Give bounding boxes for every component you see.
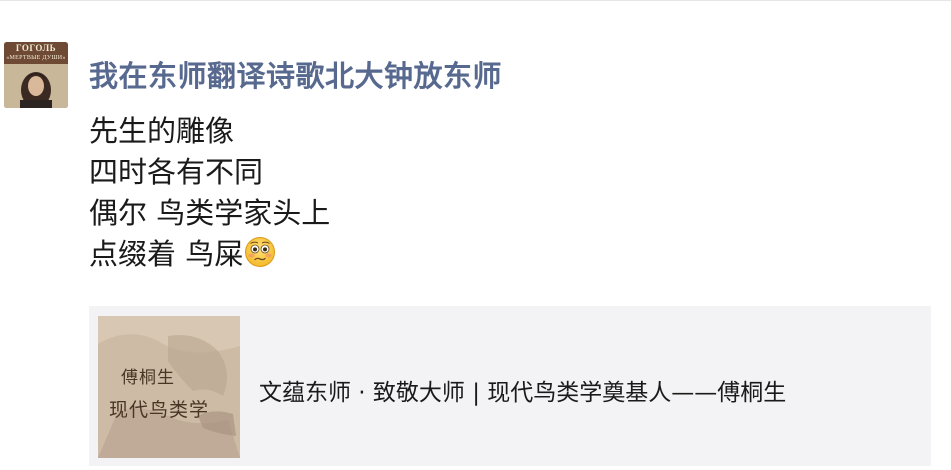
post-line: 偶尔 鸟类学家头上 — [89, 196, 331, 230]
article-title: 文蕴东师 · 致敬大师 | 现代鸟类学奠基人——傅桐生 — [259, 380, 787, 406]
flushed-face-emoji-icon — [245, 237, 276, 267]
post-line-text: 点缀着 鸟屎 — [89, 237, 244, 271]
post-line: 点缀着 鸟屎 — [89, 234, 330, 275]
post-text: 先生的雕像 四时各有不同 偶尔 鸟类学家头上 点缀着 鸟屎 — [89, 111, 330, 275]
post-line: 先生的雕像 — [89, 114, 235, 148]
poster-name[interactable]: 我在东师翻译诗歌北大钟放东师 — [89, 53, 502, 95]
moments-post: ГОГОЛЬ «МЕРТВЫЕ ДУШИ» 我在东师翻译诗歌北大钟放东师 先生的… — [0, 0, 951, 470]
thumbnail-name-text: 傅桐生 — [121, 368, 175, 388]
article-thumbnail: 傅桐生 现代鸟类学 — [98, 316, 240, 458]
thumbnail-subject-text: 现代鸟类学 — [109, 399, 210, 421]
shared-article-card[interactable]: 傅桐生 现代鸟类学 文蕴东师 · 致敬大师 | 现代鸟类学奠基人——傅桐生 — [89, 306, 931, 466]
avatar-book-subtitle: «МЕРТВЫЕ ДУШИ» — [6, 55, 66, 61]
poster-avatar[interactable]: ГОГОЛЬ «МЕРТВЫЕ ДУШИ» — [4, 42, 68, 108]
avatar-book-title: ГОГОЛЬ — [15, 43, 57, 53]
post-line: 四时各有不同 — [89, 155, 264, 189]
